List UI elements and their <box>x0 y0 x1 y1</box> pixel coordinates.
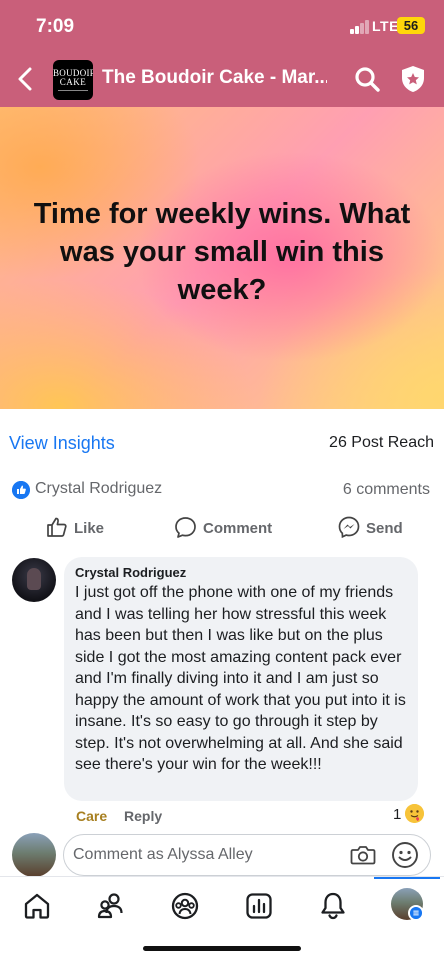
post-image[interactable]: Time for weekly wins. What was your smal… <box>0 107 444 409</box>
comment-input-placeholder: Comment as Alyssa Alley <box>73 846 253 863</box>
like-reaction-icon <box>12 481 30 499</box>
home-icon[interactable] <box>22 891 52 921</box>
view-insights-link[interactable]: View Insights <box>9 433 115 454</box>
home-indicator <box>143 946 301 951</box>
reply-button[interactable]: Reply <box>124 808 162 824</box>
commenter-avatar[interactable] <box>12 558 56 602</box>
comments-count[interactable]: 6 comments <box>343 481 430 499</box>
send-button[interactable]: Send <box>338 514 408 542</box>
messenger-icon <box>338 516 360 538</box>
comment-reaction-count[interactable]: 1 <box>393 806 401 823</box>
insights-icon[interactable] <box>244 891 274 921</box>
group-avatar[interactable]: BOUDOIR CAKE <box>53 60 93 100</box>
post-actions: Like Comment Send <box>0 514 444 544</box>
admin-shield-icon[interactable] <box>400 65 426 93</box>
like-button[interactable]: Like <box>46 514 106 542</box>
comment-text: I just got off the phone with one of my … <box>75 584 406 773</box>
top-bar: 7:09 LTE 56 BOUDOIR CAKE The Boudoir Cak… <box>0 0 444 107</box>
search-icon[interactable] <box>354 66 380 92</box>
reactor-name: Crystal Rodriguez <box>35 480 163 497</box>
active-tab-indicator <box>374 877 440 879</box>
comment-icon <box>175 517 196 538</box>
emoji-icon[interactable] <box>391 841 419 869</box>
current-user-avatar[interactable] <box>12 833 56 877</box>
signal-icon <box>350 20 370 34</box>
battery-indicator: 56 <box>397 17 425 34</box>
post-image-text: Time for weekly wins. What was your smal… <box>33 198 411 306</box>
status-bar: 7:09 LTE 56 <box>0 14 444 38</box>
group-nav: BOUDOIR CAKE The Boudoir Cake - Mar... <box>0 58 444 102</box>
network-type: LTE <box>372 18 399 34</box>
post-reach: 26 Post Reach <box>329 434 434 451</box>
camera-icon[interactable] <box>350 843 376 867</box>
comment-button[interactable]: Comment <box>174 514 274 542</box>
care-emoji-icon <box>405 804 424 823</box>
back-arrow-icon[interactable] <box>14 66 38 92</box>
groups-icon[interactable] <box>170 891 200 921</box>
friends-icon[interactable] <box>96 891 126 921</box>
group-title[interactable]: The Boudoir Cake - Mar... <box>102 67 327 89</box>
like-icon <box>47 517 67 537</box>
menu-badge-icon <box>408 905 424 921</box>
care-reaction-button[interactable]: Care <box>76 808 107 824</box>
notifications-icon[interactable] <box>318 891 348 921</box>
status-time: 7:09 <box>36 16 75 37</box>
comment-bubble[interactable]: Crystal Rodriguez I just got off the pho… <box>64 557 418 801</box>
comment-author[interactable]: Crystal Rodriguez <box>75 565 186 580</box>
comment-input[interactable]: Comment as Alyssa Alley <box>63 834 431 876</box>
